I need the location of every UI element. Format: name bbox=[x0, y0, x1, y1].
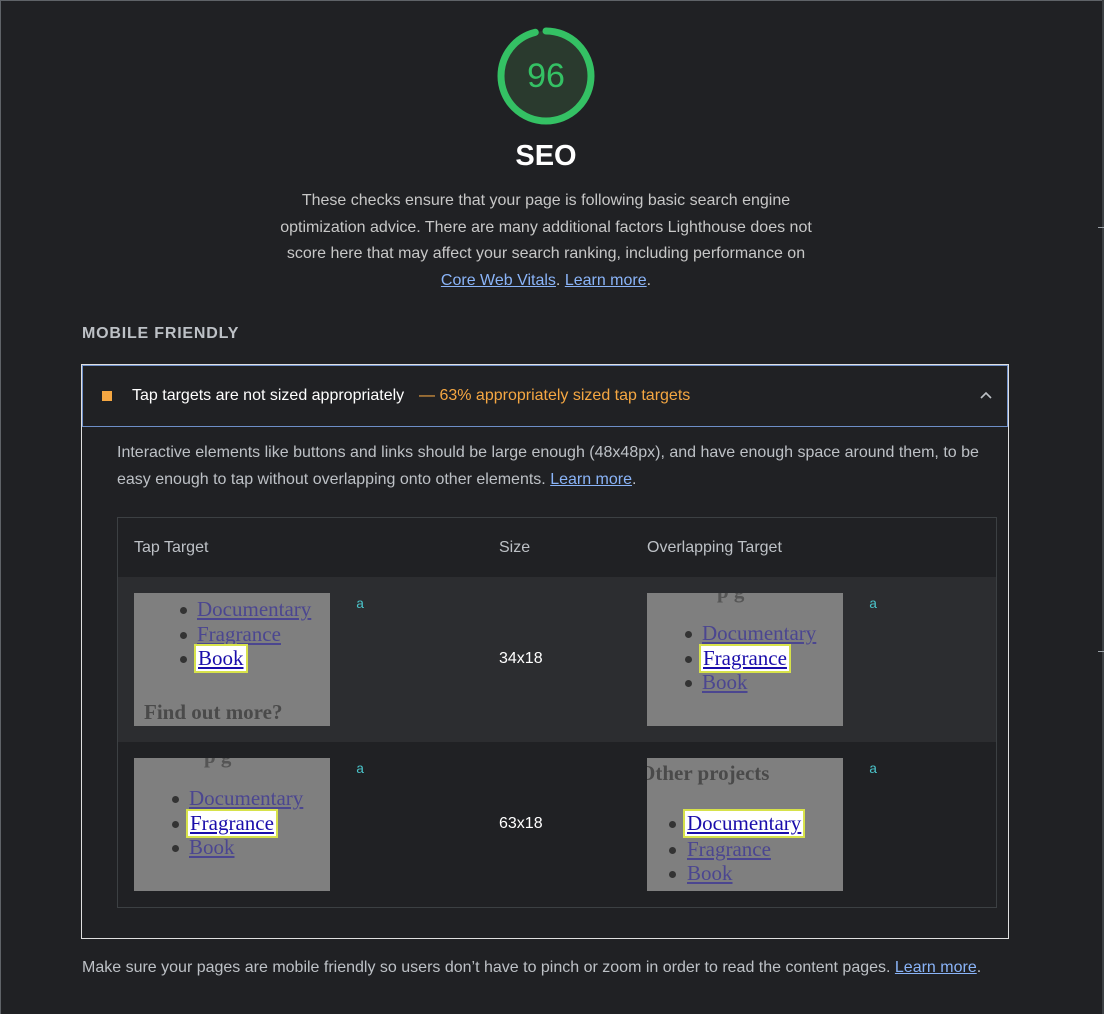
audit-header[interactable]: Tap targets are not sized appropriately … bbox=[82, 365, 1008, 427]
thumb-link: Fragrance bbox=[197, 622, 281, 646]
edge-tick bbox=[1098, 227, 1104, 228]
table-row: Documentary Fragrance Book Find out more… bbox=[118, 577, 996, 742]
overlapping-target-node[interactable]: a bbox=[869, 762, 877, 778]
list-bullet bbox=[685, 631, 692, 638]
overlapping-target-screenshot: Other projects Documentary Fragrance Boo… bbox=[647, 758, 843, 891]
audit-description-suffix: . bbox=[632, 471, 637, 488]
core-web-vitals-link[interactable]: Core Web Vitals bbox=[441, 272, 556, 289]
thumb-link: Documentary bbox=[197, 597, 312, 621]
thumb-link: Book bbox=[702, 670, 748, 694]
category-description-text: These checks ensure that your page is fo… bbox=[280, 192, 812, 263]
tap-target-node[interactable]: a bbox=[356, 762, 364, 778]
list-bullet bbox=[685, 656, 692, 663]
group-title: MOBILE FRIENDLY bbox=[82, 325, 240, 342]
chevron-up-icon[interactable] bbox=[979, 388, 993, 402]
score-value: 96 bbox=[527, 56, 565, 95]
overlapping-target-screenshot: p g Documentary Fragrance Book bbox=[647, 593, 843, 726]
thumb-heading: Other projects bbox=[647, 761, 770, 785]
list-bullet bbox=[172, 796, 179, 803]
tap-target-node[interactable]: a bbox=[356, 597, 364, 613]
tap-target-screenshot: Documentary Fragrance Book Find out more… bbox=[134, 593, 330, 726]
list-bullet bbox=[180, 607, 187, 614]
category-title: SEO bbox=[515, 140, 577, 172]
thumb-link: Fragrance bbox=[687, 837, 771, 861]
column-header-size: Size bbox=[499, 539, 531, 556]
highlighted-target: Documentary bbox=[682, 809, 806, 838]
thumb-link: Book bbox=[687, 861, 733, 885]
group-footer-text: Make sure your pages are mobile friendly… bbox=[82, 959, 895, 976]
audit-learn-more-link[interactable]: Learn more bbox=[550, 471, 632, 488]
tap-target-size: 34x18 bbox=[499, 650, 543, 667]
audit-description: Interactive elements like buttons and li… bbox=[117, 439, 997, 493]
thumb-heading: Find out more? bbox=[144, 700, 283, 724]
list-bullet bbox=[669, 821, 676, 828]
thumb-link: Book bbox=[189, 835, 235, 859]
group-footer-description: Make sure your pages are mobile friendly… bbox=[82, 959, 981, 977]
edge-tick bbox=[1098, 651, 1104, 652]
audit-title: Tap targets are not sized appropriately bbox=[132, 387, 405, 404]
tap-target-screenshot: p g Documentary Fragrance Book bbox=[134, 758, 330, 891]
warning-square-icon bbox=[102, 391, 112, 401]
audit-display-value: — 63% appropriately sized tap targets bbox=[419, 387, 691, 404]
description-suffix: . bbox=[646, 272, 652, 290]
highlighted-target: Book bbox=[194, 644, 248, 673]
score-gauge: 96 bbox=[497, 27, 595, 125]
thumb-link: Documentary bbox=[702, 621, 817, 645]
list-bullet bbox=[685, 680, 692, 687]
highlighted-target: Fragrance bbox=[699, 644, 791, 673]
table-row: p g Documentary Fragrance Book a 63x18 O… bbox=[118, 742, 996, 907]
column-header-overlapping-target: Overlapping Target bbox=[647, 539, 782, 556]
highlighted-target: Fragrance bbox=[186, 809, 278, 838]
description-separator: . bbox=[555, 272, 565, 290]
category-description: These checks ensure that your page is fo… bbox=[276, 188, 816, 295]
overlapping-target-node[interactable]: a bbox=[869, 597, 877, 613]
thumb-heading-clipped: p g bbox=[717, 593, 744, 604]
audit-description-text: Interactive elements like buttons and li… bbox=[117, 444, 979, 488]
group-learn-more-link[interactable]: Learn more bbox=[895, 959, 977, 976]
column-header-tap-target: Tap Target bbox=[134, 539, 209, 556]
window-top-border bbox=[0, 0, 1104, 1]
tap-targets-audit: Tap targets are not sized appropriately … bbox=[81, 364, 1009, 939]
list-bullet bbox=[669, 871, 676, 878]
list-bullet bbox=[180, 632, 187, 639]
tap-targets-table: Tap Target Size Overlapping Target Docum… bbox=[117, 517, 997, 908]
list-bullet bbox=[180, 656, 187, 663]
thumb-link: Documentary bbox=[189, 786, 304, 810]
category-learn-more-link[interactable]: Learn more bbox=[565, 272, 647, 289]
list-bullet bbox=[669, 847, 676, 854]
group-footer-suffix: . bbox=[976, 959, 982, 976]
tap-target-size: 63x18 bbox=[499, 815, 543, 832]
list-bullet bbox=[172, 845, 179, 852]
thumb-heading-clipped: p g bbox=[204, 758, 231, 769]
list-bullet bbox=[172, 821, 179, 828]
